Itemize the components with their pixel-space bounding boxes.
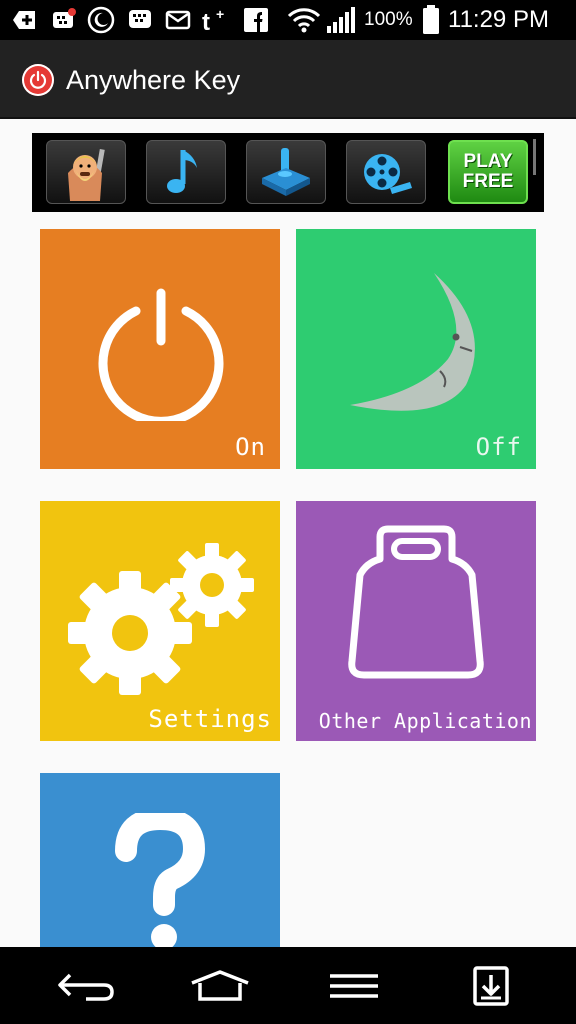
moon-icon	[350, 273, 475, 411]
facebook-icon	[242, 6, 270, 34]
ad-banner[interactable]: PLAY FREE	[32, 133, 544, 212]
play-free-button[interactable]: PLAY FREE	[448, 140, 528, 204]
question-icon	[115, 813, 206, 947]
off-label: Off	[475, 433, 522, 461]
menu-icon[interactable]	[322, 961, 386, 1011]
gears-icon	[68, 543, 254, 695]
on-tile[interactable]: On	[40, 229, 280, 469]
clock: 11:29 PM	[448, 6, 549, 33]
on-label: On	[235, 433, 266, 461]
moon-icon	[86, 6, 116, 34]
app-title: Anywhere Key	[66, 65, 241, 95]
svg-text:t: t	[202, 9, 210, 34]
clash-of-clans-icon[interactable]	[46, 140, 126, 204]
ad-scrollbar	[533, 139, 536, 175]
tumblr-icon: t +	[200, 6, 230, 34]
other-application-tile[interactable]: Other Application	[296, 501, 536, 741]
help-tile[interactable]	[40, 773, 280, 947]
settings-label: Settings	[148, 705, 272, 733]
music-note-icon[interactable]	[146, 140, 226, 204]
navigation-bar	[0, 947, 576, 1024]
svg-text:+: +	[216, 6, 224, 22]
joystick-icon[interactable]	[246, 140, 326, 204]
bbm-notification-icon	[50, 6, 78, 34]
battery-percent: 100%	[364, 9, 413, 30]
back-icon[interactable]	[52, 961, 120, 1011]
settings-tile[interactable]: Settings	[40, 501, 280, 741]
other-application-label: Other Application	[318, 709, 532, 733]
battery-icon	[420, 5, 442, 34]
main-content: PLAY FREE On Off Settings Other Applicat…	[0, 119, 576, 947]
signal-icon	[324, 6, 358, 34]
bbm-icon	[126, 6, 154, 34]
film-reel-icon[interactable]	[346, 140, 426, 204]
free-label: FREE	[462, 171, 514, 192]
power-icon	[22, 64, 54, 96]
off-tile[interactable]: Off	[296, 229, 536, 469]
home-icon[interactable]	[184, 961, 256, 1011]
bag-icon	[348, 525, 484, 679]
download-icon[interactable]	[466, 961, 516, 1011]
mail-icon	[164, 6, 192, 34]
add-icon	[10, 6, 38, 34]
power-icon	[98, 288, 224, 421]
status-bar: t + 100% 11:29 PM	[0, 0, 576, 40]
play-label: PLAY	[463, 151, 513, 172]
wifi-icon	[286, 6, 322, 34]
app-bar: Anywhere Key	[0, 40, 576, 119]
